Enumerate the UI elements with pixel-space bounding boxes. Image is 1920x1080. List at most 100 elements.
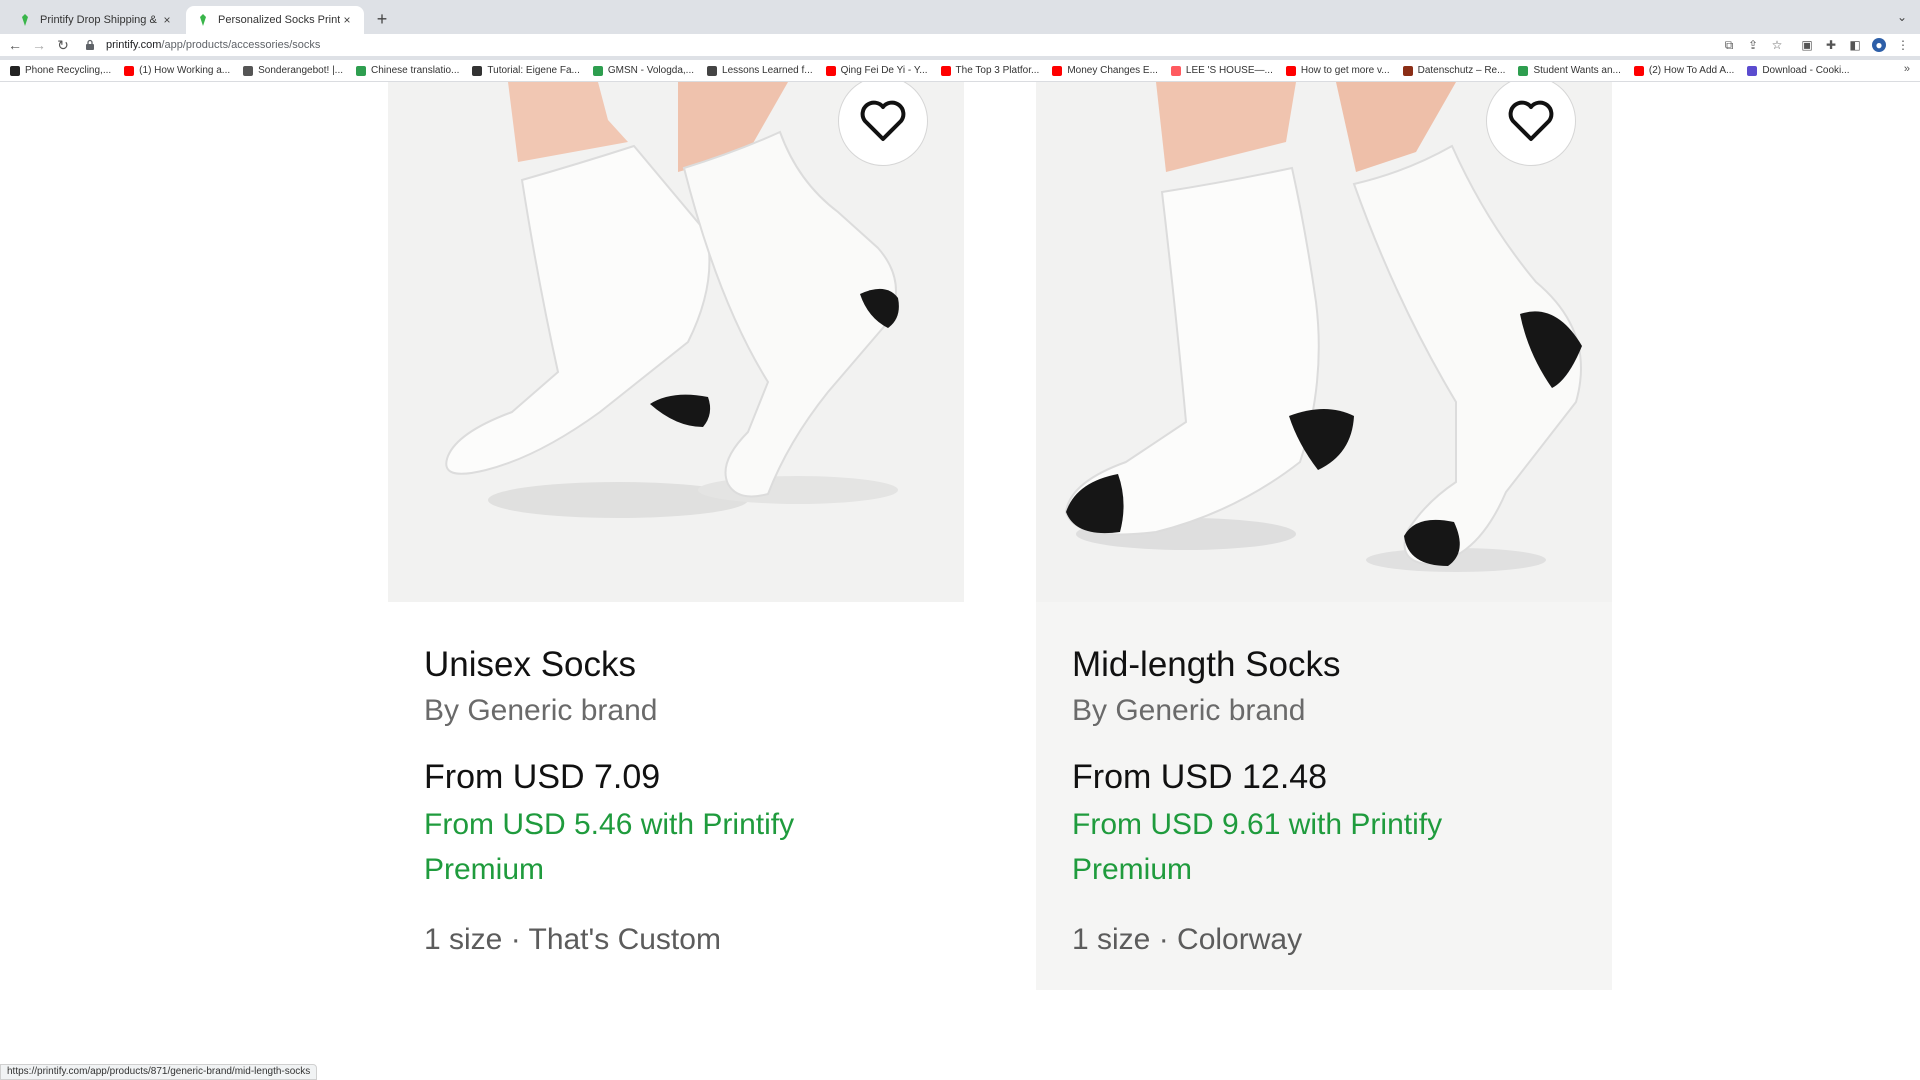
bookmark-item[interactable]: Download - Cooki... (1747, 65, 1850, 76)
bookmark-label: (2) How To Add A... (1648, 65, 1735, 76)
bookmark-label: Tutorial: Eigene Fa... (487, 65, 580, 76)
product-image[interactable] (388, 82, 964, 602)
bookmark-star-icon[interactable]: ☆ (1770, 38, 1784, 52)
product-title[interactable]: Mid-length Socks (1072, 642, 1592, 688)
bookmark-item[interactable]: Qing Fei De Yi - Y... (825, 65, 928, 76)
tab-title: Personalized Socks Print on De (218, 14, 340, 26)
product-info: Unisex Socks By Generic brand From USD 7… (424, 642, 944, 962)
bookmark-label: Download - Cooki... (1762, 65, 1850, 76)
bookmark-item[interactable]: Lessons Learned f... (707, 65, 813, 76)
translate-icon[interactable]: ⧉ (1722, 38, 1736, 52)
bookmarks-overflow-icon[interactable]: » (1904, 63, 1910, 75)
printify-favicon-icon (200, 14, 206, 26)
product-meta: 1 size · That's Custom (424, 923, 721, 956)
reload-icon[interactable]: ↻ (54, 36, 72, 54)
bookmark-favicon-icon (940, 65, 951, 76)
product-price: From USD 12.48 (1072, 758, 1328, 796)
extension-icon[interactable]: ▣ (1800, 38, 1814, 52)
close-icon[interactable]: × (340, 13, 354, 27)
new-tab-button[interactable]: + (372, 9, 392, 29)
address-bar[interactable]: printify.com/app/products/accessories/so… (84, 35, 1724, 55)
bookmark-favicon-icon (592, 65, 603, 76)
bookmark-favicon-icon (1518, 65, 1529, 76)
product-brand: By Generic brand (424, 694, 658, 727)
bookmark-item[interactable]: Money Changes E... (1052, 65, 1158, 76)
bookmarks-bar: Phone Recycling,... (1) How Working a... S… (0, 60, 1920, 82)
side-panel-icon[interactable]: ◧ (1848, 38, 1862, 52)
bookmark-item[interactable]: The Top 3 Platfor... (940, 65, 1039, 76)
bookmark-item[interactable]: How to get more v... (1285, 65, 1390, 76)
product-image[interactable] (1036, 82, 1612, 602)
url-path: /app/products/accessories/socks (161, 39, 321, 51)
bookmark-favicon-icon (124, 65, 135, 76)
bookmark-label: Lessons Learned f... (722, 65, 813, 76)
bookmark-label: GMSN - Vologda,... (607, 65, 695, 76)
premium-price-line: Premium (424, 853, 545, 886)
profile-avatar[interactable]: ● (1872, 38, 1886, 52)
bookmark-favicon-icon (472, 65, 483, 76)
menu-kebab-icon[interactable]: ⋮ (1896, 38, 1910, 52)
bookmark-label: Student Wants an... (1533, 65, 1621, 76)
tab-strip: Printify Drop Shipping & Printi × Person… (0, 0, 1920, 34)
bookmark-favicon-icon (1633, 65, 1644, 76)
heart-icon (860, 100, 906, 141)
lock-icon (86, 39, 94, 50)
bookmark-favicon-icon (356, 65, 367, 76)
bookmark-item[interactable]: Tutorial: Eigene Fa... (472, 65, 580, 76)
forward-icon[interactable]: → (30, 36, 48, 54)
bookmark-label: Chinese translatio... (371, 65, 460, 76)
tab-printify-home[interactable]: Printify Drop Shipping & Printi × (8, 6, 184, 34)
bookmark-label: Sonderangebot! |... (258, 65, 344, 76)
tab-title: Printify Drop Shipping & Printi (40, 14, 160, 26)
bookmark-item[interactable]: (1) How Working a... (124, 65, 230, 76)
bookmark-favicon-icon (1285, 65, 1296, 76)
bookmark-label: Datenschutz – Re... (1417, 65, 1506, 76)
product-title[interactable]: Unisex Socks (424, 642, 944, 688)
url-domain: printify.com (106, 39, 162, 51)
bookmark-label: Phone Recycling,... (25, 65, 112, 76)
bookmark-item[interactable]: Student Wants an... (1518, 65, 1621, 76)
browser-toolbar: ← → ↻ printify.com/app/products/accessor… (0, 34, 1920, 56)
bookmark-favicon-icon (10, 65, 20, 76)
bookmark-item[interactable]: Chinese translatio... (356, 65, 459, 76)
premium-price-line: From USD 5.46 with Printify (424, 808, 795, 841)
product-card-mid-length-socks[interactable]: Mid-length Socks By Generic brand From U… (1036, 82, 1612, 990)
bookmark-favicon-icon (1052, 65, 1063, 76)
puzzle-icon[interactable]: ✚ (1824, 38, 1838, 52)
bookmark-favicon-icon (825, 65, 836, 76)
heart-icon (1508, 100, 1554, 141)
product-card-unisex-socks[interactable]: Unisex Socks By Generic brand From USD 7… (388, 82, 964, 1002)
bookmark-favicon-icon (1170, 65, 1181, 76)
bookmark-favicon-icon (1402, 65, 1413, 76)
bookmark-favicon-icon (1747, 65, 1758, 76)
premium-price-line: From USD 9.61 with Printify (1072, 808, 1443, 841)
back-icon[interactable]: ← (6, 36, 24, 54)
premium-price: From USD 9.61 with Printify Premium (1072, 802, 1592, 892)
product-info: Mid-length Socks By Generic brand From U… (1072, 642, 1592, 962)
bookmark-item[interactable]: GMSN - Vologda,... (592, 65, 695, 76)
tab-socks[interactable]: Personalized Socks Print on De × (186, 6, 364, 34)
bookmark-label: How to get more v... (1300, 65, 1390, 76)
bookmark-item[interactable]: LEE 'S HOUSE—... (1170, 65, 1273, 76)
bookmark-item[interactable]: Sonderangebot! |... (243, 65, 343, 76)
printify-favicon-icon (22, 14, 28, 26)
page-content: Unisex Socks By Generic brand From USD 7… (0, 82, 1920, 1080)
bookmark-item[interactable]: Datenschutz – Re... (1402, 65, 1506, 76)
product-brand: By Generic brand (1072, 694, 1306, 727)
bookmark-label: LEE 'S HOUSE—... (1185, 65, 1273, 76)
premium-price-line: Premium (1072, 853, 1193, 886)
bookmark-label: Qing Fei De Yi - Y... (840, 65, 928, 76)
product-meta: 1 size · Colorway (1072, 923, 1303, 956)
bookmark-item[interactable]: Phone Recycling,... (10, 65, 111, 76)
bookmark-label: Money Changes E... (1067, 65, 1158, 76)
bookmark-item[interactable]: (2) How To Add A... (1633, 65, 1735, 76)
bookmark-label: (1) How Working a... (139, 65, 231, 76)
product-price: From USD 7.09 (424, 758, 661, 796)
tab-search-icon[interactable]: ⌄ (1894, 10, 1910, 26)
browser-chrome: Printify Drop Shipping & Printi × Person… (0, 0, 1920, 82)
status-bar-url: https://printify.com/app/products/871/ge… (0, 1064, 318, 1080)
close-icon[interactable]: × (160, 13, 174, 27)
bookmark-favicon-icon (707, 65, 718, 76)
bookmark-favicon-icon (243, 65, 254, 76)
share-icon[interactable]: ⇪ (1746, 38, 1760, 52)
